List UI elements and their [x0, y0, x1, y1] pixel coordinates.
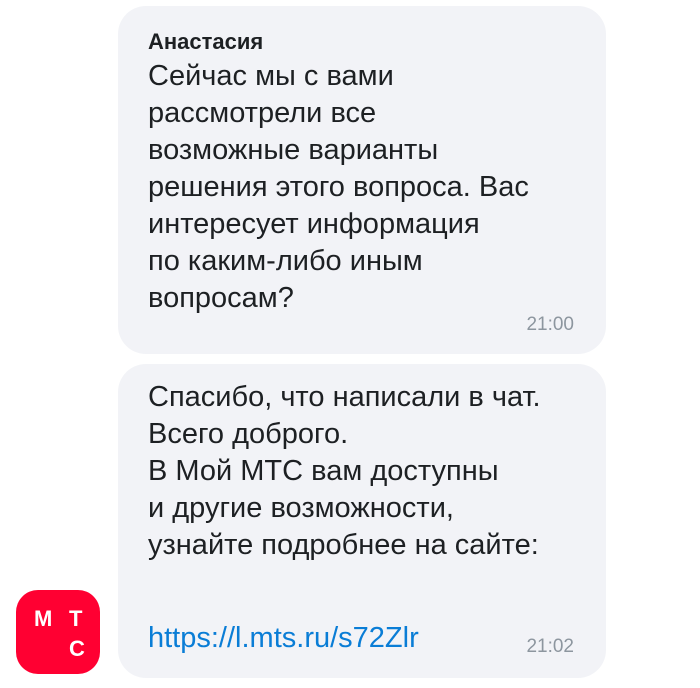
avatar-letter: Т: [69, 606, 83, 631]
message-time: 21:02: [526, 636, 574, 657]
message-bubble-2: Спасибо, что написали в чат. Всего добро…: [118, 364, 606, 678]
avatar-letter: М: [34, 606, 53, 631]
sender-name: Анастасия: [148, 29, 264, 54]
mts-logo-icon[interactable]: М Т С: [16, 590, 100, 674]
message-link[interactable]: https://l.mts.ru/s72Zlr: [148, 620, 419, 657]
message-text: Спасибо, что написали в чат. Всего добро…: [148, 381, 541, 561]
message-bubble-1: Анастасия Сейчас мы с вами рассмотрели в…: [118, 6, 606, 354]
avatar-letter: С: [69, 636, 85, 661]
message-text: Сейчас мы с вами рассмотрели все возможн…: [148, 60, 529, 314]
message-time: 21:00: [526, 314, 574, 335]
